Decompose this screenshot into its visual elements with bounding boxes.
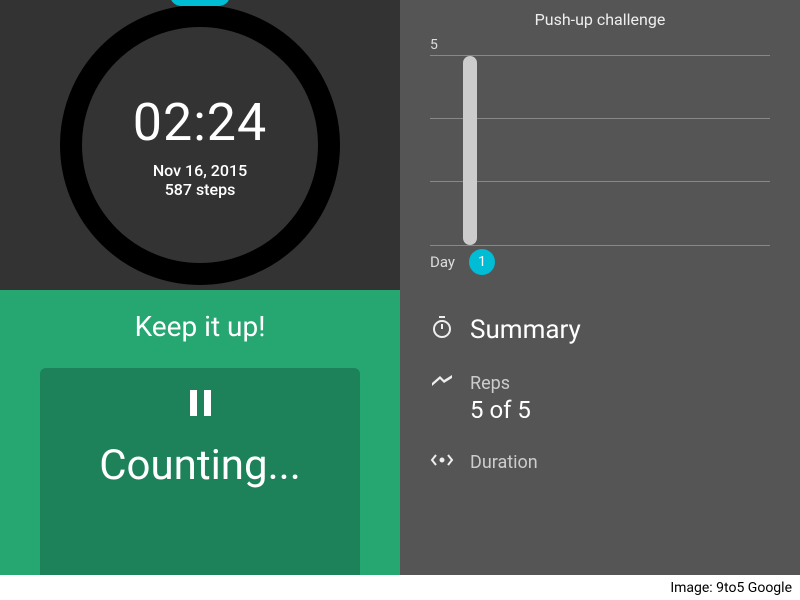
chart-box (430, 55, 770, 245)
image-credit: Image: 9to5 Google (670, 580, 792, 596)
date-display: Nov 16, 2015 (153, 161, 247, 180)
summary-section: Summary Reps 5 of 5 (400, 315, 800, 475)
duration-icon (430, 452, 470, 468)
workout-panel: Keep it up! Counting... (0, 290, 400, 575)
counting-status: Counting... (99, 441, 301, 490)
steps-display: 587 steps (165, 180, 236, 199)
progress-arc (170, 0, 230, 6)
reps-label: Reps (470, 373, 770, 394)
duration-label: Duration (470, 452, 770, 473)
day-label: Day (430, 253, 455, 271)
motivation-text: Keep it up! (135, 310, 266, 343)
chart-area: 5 Day 1 (400, 37, 800, 275)
stopwatch-icon (430, 315, 470, 339)
progress-ring: 02:24 Nov 16, 2015 587 steps (60, 5, 340, 285)
chart-max-value: 5 (430, 37, 770, 53)
reps-icon (430, 373, 470, 387)
day-badge[interactable]: 1 (469, 249, 495, 275)
watch-face: 02:24 Nov 16, 2015 587 steps (0, 0, 400, 290)
chart-bar-day-1 (463, 56, 477, 245)
counting-card[interactable]: Counting... (40, 368, 360, 575)
reps-value: 5 of 5 (470, 396, 770, 424)
time-display: 02:24 (133, 92, 268, 153)
summary-heading: Summary (470, 315, 770, 345)
challenge-title: Push-up challenge (400, 10, 800, 29)
pause-icon[interactable] (190, 390, 211, 416)
